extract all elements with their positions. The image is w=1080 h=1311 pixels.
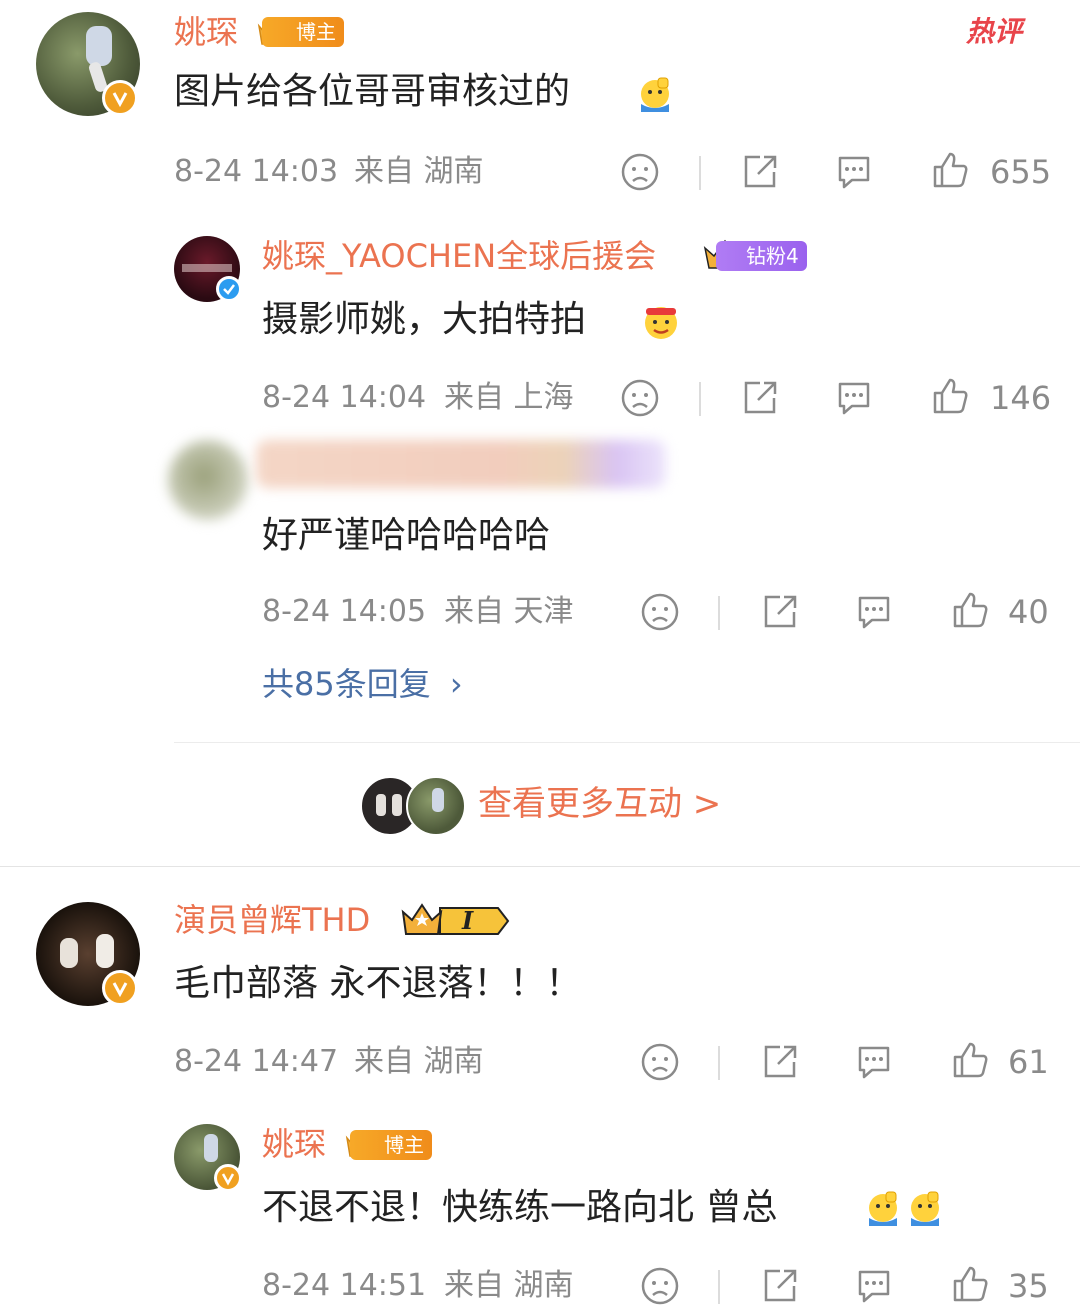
more-replies-link[interactable]: 共85条回复 ›: [262, 664, 463, 704]
blogger-badge: 博主: [262, 17, 344, 47]
comment-time: 8-24 14:03: [174, 154, 339, 189]
avatar: [406, 776, 466, 836]
more-interaction-label: 查看更多互动 >: [478, 784, 722, 824]
verified-badge-icon: [102, 970, 138, 1006]
share-icon[interactable]: [740, 378, 780, 418]
share-icon[interactable]: [760, 592, 800, 632]
comment-text: 图片给各位哥哥审核过的: [174, 71, 571, 112]
like-count: 35: [1008, 1267, 1049, 1305]
emoji-salute-icon: [636, 74, 674, 112]
divider-line: [174, 742, 1080, 743]
divider: [718, 1270, 720, 1304]
comment-text: 好严谨哈哈哈哈哈: [262, 515, 551, 556]
comment-time: 8-24 14:05: [262, 594, 427, 629]
like-count: 146: [990, 379, 1052, 417]
username[interactable]: 姚琛: [262, 1124, 326, 1164]
dislike-icon[interactable]: [640, 592, 680, 632]
verified-badge-icon: [216, 276, 242, 302]
crown-badge: I: [400, 900, 510, 942]
comment-icon[interactable]: [854, 592, 894, 632]
like-count: 655: [990, 153, 1052, 191]
username[interactable]: 姚琛: [174, 12, 238, 52]
comment-icon[interactable]: [834, 378, 874, 418]
fan-badge: 钻粉4: [716, 241, 807, 271]
level-label: I: [462, 906, 474, 935]
comment-time: 8-24 14:04: [262, 380, 427, 415]
share-icon[interactable]: [740, 152, 780, 192]
comment-text: 毛巾部落 永不退落！！！: [174, 963, 582, 1004]
dislike-icon[interactable]: [640, 1266, 680, 1306]
comment-location: 来自 湖南: [354, 154, 484, 189]
like-icon[interactable]: [950, 1040, 990, 1080]
emoji-salute-icon: [906, 1188, 944, 1226]
like-icon[interactable]: [950, 1264, 990, 1304]
comment-text: 摄影师姚，大拍特拍: [262, 299, 587, 340]
comment-text: 不退不退！快练练一路向北 曾总: [262, 1187, 778, 1228]
comment-location: 来自 上海: [444, 380, 574, 415]
username-redacted: [256, 440, 666, 488]
divider: [718, 1046, 720, 1080]
username[interactable]: 姚琛_YAOCHEN全球后援会: [262, 236, 656, 276]
chevron-right-icon: ›: [449, 665, 463, 703]
more-interaction-link[interactable]: 查看更多互动 >: [358, 774, 738, 836]
comment-location: 来自 湖南: [444, 1268, 574, 1303]
emoji-salute-icon: [864, 1188, 902, 1226]
like-icon[interactable]: [950, 590, 990, 630]
divider: [718, 596, 720, 630]
avatar[interactable]: [168, 440, 248, 520]
comment-icon[interactable]: [834, 152, 874, 192]
dislike-icon[interactable]: [640, 1042, 680, 1082]
dislike-icon[interactable]: [620, 152, 660, 192]
more-replies-label: 共85条回复: [262, 665, 431, 703]
share-icon[interactable]: [760, 1042, 800, 1082]
like-count: 61: [1008, 1043, 1049, 1081]
verified-badge-icon: [102, 80, 138, 116]
comment-location: 来自 天津: [444, 594, 574, 629]
hot-comment-badge: 热评: [966, 15, 1023, 48]
verified-badge-icon: [214, 1164, 242, 1192]
comment-icon[interactable]: [854, 1266, 894, 1306]
divider: [699, 156, 701, 190]
username[interactable]: 演员曾辉THD: [174, 900, 370, 940]
comment-time: 8-24 14:47: [174, 1044, 339, 1079]
like-icon[interactable]: [930, 376, 970, 416]
dislike-icon[interactable]: [620, 378, 660, 418]
like-count: 40: [1008, 593, 1049, 631]
comment-time: 8-24 14:51: [262, 1268, 427, 1303]
share-icon[interactable]: [760, 1266, 800, 1306]
emoji-cheer-icon: [640, 300, 682, 342]
divider: [699, 382, 701, 416]
section-separator: [0, 866, 1080, 867]
blogger-badge: 博主: [350, 1130, 432, 1160]
comment-location: 来自 湖南: [354, 1044, 484, 1079]
comment-icon[interactable]: [854, 1042, 894, 1082]
like-icon[interactable]: [930, 150, 970, 190]
